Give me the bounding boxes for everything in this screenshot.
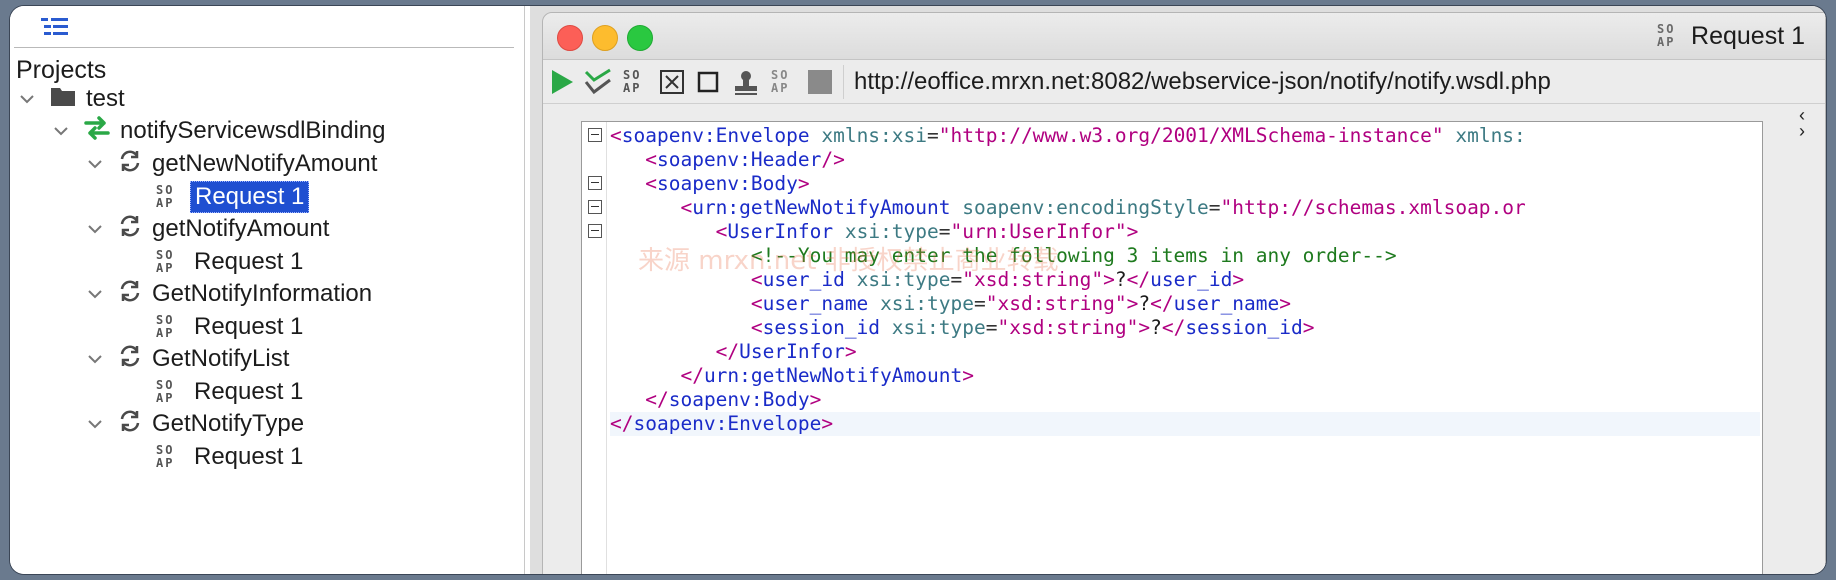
submit-check-button[interactable] bbox=[583, 67, 613, 97]
chevron-down-icon[interactable] bbox=[86, 285, 104, 303]
chevron-down-icon[interactable] bbox=[52, 122, 70, 140]
code-line: <!--You may enter the following 3 items … bbox=[750, 244, 1397, 267]
tree-item-operation[interactable]: getNotifyAmount bbox=[86, 212, 329, 246]
fold-toggle-icon[interactable] bbox=[588, 224, 602, 238]
soap-request-icon: SO AP bbox=[156, 378, 175, 405]
collapse-arrows-icon[interactable]: ‹ › bbox=[1799, 106, 1819, 140]
chevron-down-icon[interactable] bbox=[86, 415, 104, 433]
code-line: <session_id xsi:type="xsd:string">?</ses… bbox=[750, 316, 1315, 339]
run-request-button[interactable] bbox=[547, 67, 577, 97]
tree-divider bbox=[14, 47, 514, 48]
chevron-down-icon[interactable] bbox=[18, 90, 36, 108]
operation-name: getNotifyAmount bbox=[152, 215, 330, 242]
tree-item-request[interactable]: SO AP Request 1 bbox=[156, 310, 307, 344]
code-line: <user_name xsi:type="xsd:string">?</user… bbox=[750, 292, 1292, 315]
soap-request-icon: SO AP bbox=[156, 443, 175, 470]
interface-arrows-icon bbox=[84, 115, 110, 147]
stamp-icon[interactable] bbox=[731, 67, 761, 97]
code-line: </urn:getNewNotifyAmount> bbox=[680, 364, 974, 387]
workspace: SO AP Request 1 SO AP SO AP http://eoffi… bbox=[530, 6, 1826, 574]
request-name: Request 1 bbox=[194, 378, 304, 405]
code-line: <user_id xsi:type="xsd:string">?</user_i… bbox=[750, 268, 1245, 291]
tree-item-operation[interactable]: GetNotifyType bbox=[86, 407, 304, 441]
tree-item-operation[interactable]: getNewNotifyAmount bbox=[86, 147, 377, 181]
tree-item-request[interactable]: SO AP Request 1 bbox=[156, 375, 307, 409]
code-line-current: </soapenv:Envelope> bbox=[610, 412, 1760, 436]
code-line: <UserInfor xsi:type="urn:UserInfor"> bbox=[715, 220, 1139, 243]
tree-item-request[interactable]: SO AP Request 1 bbox=[156, 440, 307, 474]
maximize-window-button[interactable] bbox=[627, 25, 653, 51]
project-name: test bbox=[86, 85, 125, 112]
request-name: Request 1 bbox=[194, 443, 304, 470]
fold-toggle-icon[interactable] bbox=[588, 176, 602, 190]
operation-name: GetNotifyList bbox=[152, 345, 290, 372]
code-line: </soapenv:Body> bbox=[645, 388, 822, 411]
tree-view-icon[interactable] bbox=[40, 16, 70, 40]
request-window: SO AP Request 1 SO AP SO AP http://eoffi… bbox=[542, 12, 1826, 574]
request-name: Request 1 bbox=[190, 181, 310, 213]
refresh-cycle-icon bbox=[118, 214, 142, 245]
folder-icon bbox=[50, 85, 76, 114]
soap-request-icon[interactable]: SO AP bbox=[769, 67, 799, 97]
request-name: Request 1 bbox=[194, 313, 304, 340]
xml-editor[interactable]: <soapenv:Envelope xmlns:xsi="http://www.… bbox=[581, 121, 1763, 574]
tree-item-request[interactable]: SO AP Request 1 bbox=[156, 245, 307, 279]
code-line: <urn:getNewNotifyAmount soapenv:encoding… bbox=[680, 196, 1526, 219]
close-window-button[interactable] bbox=[557, 25, 583, 51]
code-line: <soapenv:Body> bbox=[645, 172, 810, 195]
operation-name: getNewNotifyAmount bbox=[152, 150, 378, 177]
editor-area: ‹ › <soapenv:Envelope xmlns:xsi="http://w… bbox=[543, 105, 1825, 574]
tree-item-operation[interactable]: GetNotifyList bbox=[86, 342, 289, 376]
refresh-cycle-icon bbox=[118, 279, 142, 310]
soap-request-icon: SO AP bbox=[156, 248, 175, 275]
code-line: <soapenv:Envelope xmlns:xsi="http://www.… bbox=[610, 124, 1526, 147]
operation-name: GetNotifyInformation bbox=[152, 280, 373, 307]
code-line: </UserInfor> bbox=[715, 340, 857, 363]
xml-code: <soapenv:Envelope xmlns:xsi="http://www.… bbox=[610, 124, 1760, 574]
tree-item-operation[interactable]: GetNotifyInformation bbox=[86, 277, 372, 311]
soap-request-icon[interactable]: SO AP bbox=[621, 67, 651, 97]
window-titlebar: SO AP Request 1 bbox=[543, 13, 1825, 60]
chevron-down-icon[interactable] bbox=[86, 155, 104, 173]
refresh-cycle-icon bbox=[118, 149, 142, 180]
refresh-cycle-icon bbox=[118, 344, 142, 375]
soap-request-icon: SO AP bbox=[156, 313, 175, 340]
window-title-text: Request 1 bbox=[1691, 21, 1805, 50]
projects-heading: Projects bbox=[16, 56, 107, 84]
project-navigator: Projects test notifyServicewsdlBinding g… bbox=[10, 6, 525, 574]
window-title: SO AP Request 1 bbox=[1657, 19, 1805, 53]
tree-item-request[interactable]: SO AP Request 1 bbox=[156, 180, 310, 214]
soap-request-icon: SO AP bbox=[156, 183, 175, 210]
fold-toggle-icon[interactable] bbox=[588, 128, 602, 142]
code-line: <soapenv:Header/> bbox=[645, 148, 845, 171]
minimize-window-button[interactable] bbox=[592, 25, 618, 51]
fold-toggle-icon[interactable] bbox=[588, 200, 602, 214]
tree-item-binding[interactable]: notifyServicewsdlBinding bbox=[52, 114, 385, 148]
cancel-grey-button[interactable] bbox=[805, 67, 835, 97]
chevron-down-icon[interactable] bbox=[86, 350, 104, 368]
request-toolbar: SO AP SO AP http://eoffice.mrxn.net:8082/ bbox=[543, 61, 1825, 104]
tree-item-project[interactable]: test bbox=[18, 82, 125, 116]
fit-window-button[interactable] bbox=[657, 67, 687, 97]
endpoint-url[interactable]: http://eoffice.mrxn.net:8082/webservice-… bbox=[843, 65, 1814, 99]
binding-name: notifyServicewsdlBinding bbox=[120, 117, 386, 144]
request-name: Request 1 bbox=[194, 248, 304, 275]
chevron-down-icon[interactable] bbox=[86, 220, 104, 238]
stop-square-button[interactable] bbox=[693, 67, 723, 97]
soap-request-icon: SO AP bbox=[1657, 22, 1676, 49]
refresh-cycle-icon bbox=[118, 409, 142, 440]
app-frame: Projects test notifyServicewsdlBinding g… bbox=[10, 6, 1826, 574]
operation-name: GetNotifyType bbox=[152, 410, 305, 437]
fold-gutter bbox=[582, 122, 607, 574]
